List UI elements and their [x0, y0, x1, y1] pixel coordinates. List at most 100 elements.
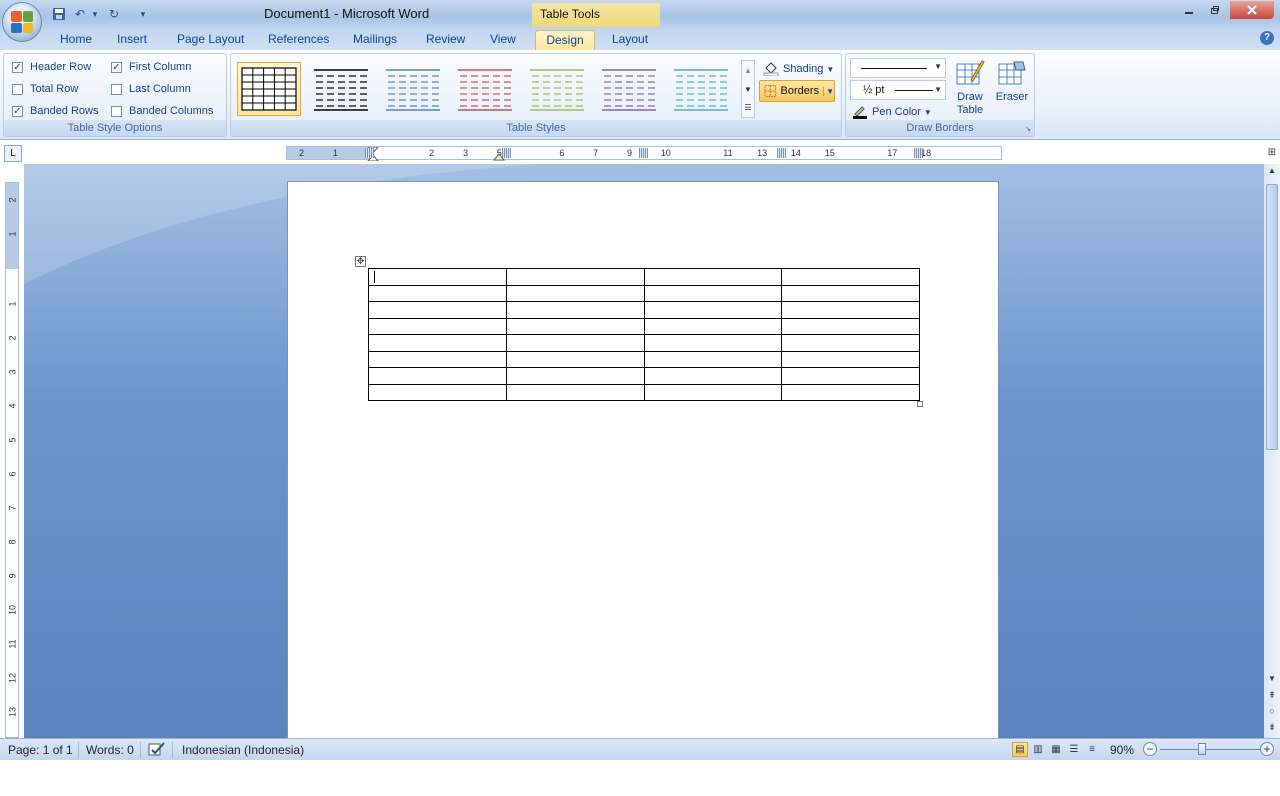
help-icon[interactable]: ? — [1260, 31, 1274, 45]
table-cell[interactable] — [643, 284, 783, 302]
document-table[interactable] — [368, 268, 920, 401]
ruler-column-marker[interactable] — [639, 148, 648, 158]
table-move-handle-icon[interactable]: ✥ — [355, 256, 366, 267]
zoom-in-icon[interactable]: + — [1260, 742, 1274, 756]
print-layout-view-icon[interactable]: ▤ — [1012, 742, 1028, 757]
table-cell[interactable] — [368, 301, 507, 319]
restore-button[interactable] — [1202, 1, 1228, 19]
first-column-checkbox[interactable]: ✓ First Column — [111, 61, 191, 73]
outline-view-icon[interactable]: ☰ — [1066, 742, 1082, 757]
zoom-level[interactable]: 90% — [1110, 743, 1134, 757]
line-style-dropdown[interactable]: ▼ — [850, 58, 946, 78]
table-style-thumb[interactable] — [453, 62, 517, 116]
table-cell[interactable] — [643, 383, 783, 401]
vertical-ruler[interactable]: 2 1 1 2 3 4 5 6 7 8 9 10 11 12 13 — [5, 182, 19, 738]
table-style-thumb[interactable] — [237, 62, 301, 116]
gallery-more-icon[interactable]: ☰ — [742, 99, 754, 117]
pen-color-button[interactable]: Pen Color ▼ — [852, 104, 932, 120]
tab-references[interactable]: References — [262, 30, 335, 50]
ruler-column-marker[interactable] — [777, 148, 786, 158]
table-cell[interactable] — [781, 284, 920, 302]
table-cell[interactable] — [643, 301, 783, 319]
table-cell[interactable] — [781, 317, 920, 335]
table-resize-handle[interactable] — [917, 401, 923, 407]
borders-dropdown-icon[interactable]: ▼ — [823, 86, 834, 96]
full-screen-reading-icon[interactable]: ▥ — [1030, 742, 1046, 757]
scroll-up-icon[interactable]: ▲ — [1264, 164, 1280, 178]
gallery-scroll[interactable]: ▲ ▼ ☰ — [741, 60, 755, 118]
gallery-up-icon[interactable]: ▲ — [742, 61, 754, 80]
view-ruler-icon[interactable]: ⊞ — [1264, 147, 1280, 161]
total-row-checkbox[interactable]: Total Row — [12, 83, 78, 95]
banded-rows-checkbox[interactable]: ✓ Banded Rows — [12, 105, 99, 117]
table-cell[interactable] — [505, 383, 645, 401]
table-cell[interactable] — [781, 301, 920, 319]
ruler-column-marker[interactable] — [502, 148, 511, 158]
web-layout-icon[interactable]: ▦ — [1048, 742, 1064, 757]
table-cell[interactable] — [505, 334, 645, 352]
table-style-thumb[interactable] — [309, 62, 373, 116]
table-cell[interactable] — [505, 317, 645, 335]
table-cell[interactable] — [368, 350, 507, 368]
dialog-launcher-icon[interactable]: ↘ — [1025, 125, 1031, 133]
table-cell[interactable] — [505, 367, 645, 385]
ruler-column-marker[interactable] — [365, 148, 374, 158]
redo-button[interactable]: ↻ — [106, 5, 122, 23]
table-cell[interactable] — [781, 367, 920, 385]
table-cell[interactable] — [368, 383, 507, 401]
save-icon[interactable] — [50, 5, 68, 23]
vertical-scroll-thumb[interactable] — [1266, 184, 1278, 450]
tab-page-layout[interactable]: Page Layout — [171, 30, 250, 50]
minimize-button[interactable] — [1176, 1, 1202, 19]
table-cell[interactable] — [368, 367, 507, 385]
table-cell[interactable] — [368, 317, 507, 335]
word-count[interactable]: Words: 0 — [86, 743, 134, 757]
undo-button[interactable]: ↶ — [72, 5, 88, 23]
last-column-checkbox[interactable]: Last Column — [111, 83, 191, 95]
proofing-icon[interactable] — [148, 741, 166, 760]
gallery-down-icon[interactable]: ▼ — [742, 80, 754, 99]
table-cell[interactable] — [643, 367, 783, 385]
header-row-checkbox[interactable]: ✓ Header Row — [12, 61, 91, 73]
tab-view[interactable]: View — [484, 30, 522, 50]
tab-review[interactable]: Review — [420, 30, 471, 50]
table-cell[interactable] — [781, 334, 920, 352]
undo-dropdown-icon[interactable]: ▾ — [90, 5, 100, 23]
shading-button[interactable]: Shading ▼ — [763, 60, 834, 78]
page-count[interactable]: Page: 1 of 1 — [8, 743, 73, 757]
document-page[interactable] — [287, 181, 999, 741]
eraser-button[interactable]: Eraser — [992, 58, 1032, 108]
table-style-thumb[interactable] — [669, 62, 733, 116]
zoom-slider-thumb[interactable] — [1198, 743, 1206, 755]
table-style-thumb[interactable] — [597, 62, 661, 116]
table-cell[interactable] — [643, 268, 783, 286]
tab-design[interactable]: Design — [535, 30, 595, 50]
customize-qat-icon[interactable]: ▾ — [138, 5, 148, 23]
table-cell[interactable] — [781, 350, 920, 368]
zoom-slider[interactable] — [1160, 749, 1260, 750]
zoom-out-icon[interactable]: − — [1143, 742, 1157, 756]
next-page-icon[interactable]: ⇟ — [1264, 720, 1280, 734]
previous-page-icon[interactable]: ⇞ — [1264, 688, 1280, 702]
table-cell[interactable] — [368, 284, 507, 302]
language[interactable]: Indonesian (Indonesia) — [182, 743, 304, 757]
draft-view-icon[interactable]: ≡ — [1084, 742, 1100, 757]
borders-button[interactable]: Borders ▼ — [759, 80, 835, 102]
table-cell[interactable] — [505, 301, 645, 319]
ruler-column-marker[interactable] — [914, 148, 923, 158]
table-cell[interactable] — [505, 284, 645, 302]
scroll-down-icon[interactable]: ▼ — [1264, 672, 1280, 686]
office-button[interactable] — [2, 2, 42, 42]
table-cell[interactable] — [368, 334, 507, 352]
draw-table-button[interactable]: Draw Table — [952, 58, 988, 120]
tab-insert[interactable]: Insert — [111, 30, 153, 50]
table-cell[interactable] — [643, 317, 783, 335]
table-cell[interactable] — [643, 334, 783, 352]
table-style-thumb[interactable] — [381, 62, 445, 116]
table-cell[interactable] — [781, 383, 920, 401]
table-cell[interactable] — [643, 350, 783, 368]
table-style-thumb[interactable] — [525, 62, 589, 116]
close-button[interactable] — [1230, 1, 1274, 19]
table-cell[interactable] — [368, 268, 507, 286]
banded-columns-checkbox[interactable]: Banded Columns — [111, 105, 213, 117]
